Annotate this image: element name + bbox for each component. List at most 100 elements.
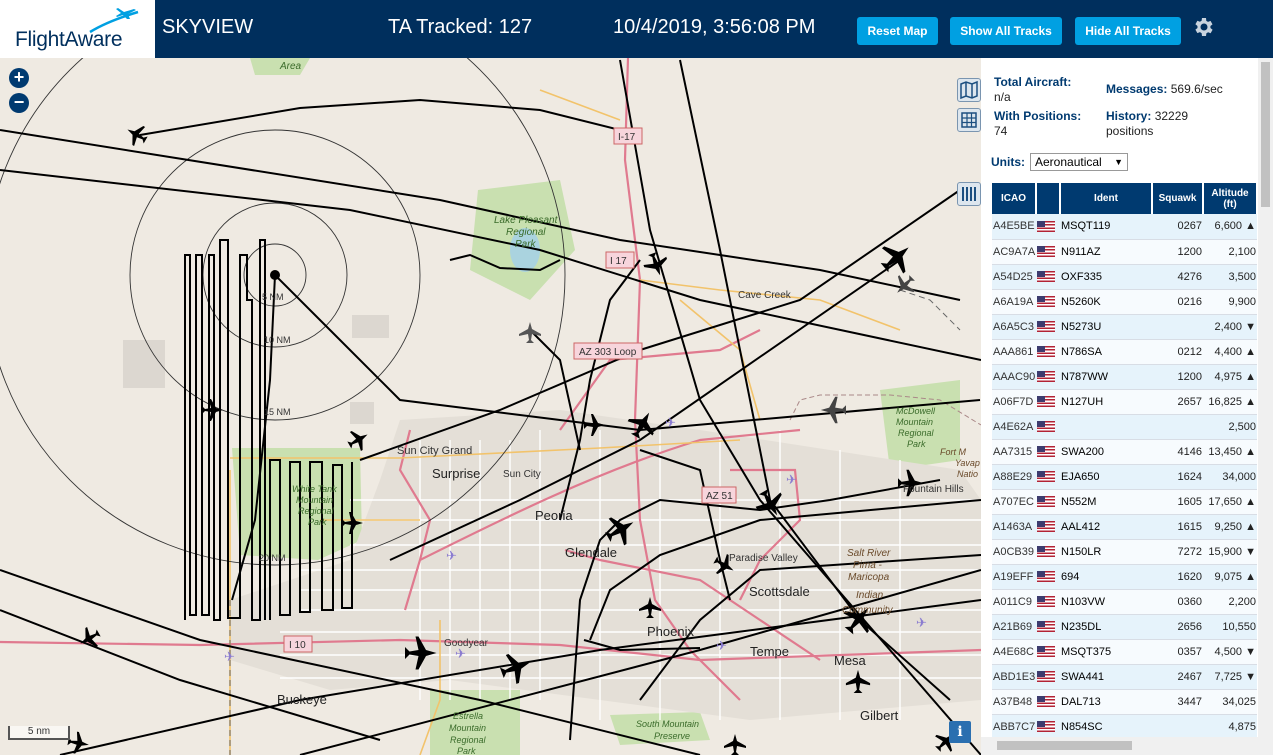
cell-flag — [1036, 439, 1060, 465]
label-goodyear: Goodyear — [444, 638, 489, 649]
table-row[interactable]: A011C9 N103VW 0360 2,200 — [992, 589, 1257, 615]
us-flag-icon — [1037, 596, 1055, 608]
cell-icao: A54D25 — [992, 264, 1036, 290]
altitude-trend: ▲ — [1245, 370, 1256, 383]
cell-flag — [1036, 664, 1060, 690]
col-header-altitude[interactable]: Altitude (ft) — [1203, 183, 1258, 214]
table-row[interactable]: A06F7D N127UH 2657 16,825 ▲ — [992, 389, 1257, 415]
table-row[interactable]: AC9A7A N911AZ 1200 2,100 — [992, 239, 1257, 265]
table-row[interactable]: A0CB39 N150LR 7272 15,900 ▼ — [992, 539, 1257, 565]
table-row[interactable]: AAA861 N786SA 0212 4,400 ▲ — [992, 339, 1257, 365]
table-row[interactable]: A6A19A N5260K 0216 9,900 — [992, 289, 1257, 315]
us-flag-icon — [1037, 246, 1055, 258]
table-row[interactable]: A19EFF 694 1620 9,075 ▲ — [992, 564, 1257, 590]
altitude-value: 6,600 — [1214, 220, 1243, 233]
cell-altitude: 13,450 ▲ — [1203, 439, 1257, 465]
vertical-scrollbar[interactable] — [1258, 58, 1273, 755]
cell-altitude: 4,500 ▼ — [1203, 639, 1257, 665]
col-header-flag[interactable] — [1036, 183, 1061, 214]
cell-altitude: 34,000 — [1203, 464, 1257, 490]
units-value: Aeronautical — [1035, 155, 1102, 169]
show-all-tracks-button[interactable]: Show All Tracks — [950, 17, 1062, 45]
col-header-icao[interactable]: ICAO — [992, 183, 1037, 214]
map-layers-icon[interactable] — [957, 78, 981, 102]
cell-ident: N786SA — [1060, 339, 1152, 365]
label-phoenix: Phoenix — [647, 624, 694, 639]
cell-altitude: 2,500 — [1203, 414, 1257, 440]
label-glendale: Glendale — [565, 545, 617, 560]
table-row[interactable]: A21B69 N235DL 2656 10,550 — [992, 614, 1257, 640]
table-row[interactable]: A4E5BE MSQT119 0267 6,600 ▲ — [992, 214, 1257, 240]
altitude-value: 4,500 — [1214, 645, 1243, 658]
reset-map-button[interactable]: Reset Map — [857, 17, 938, 45]
us-flag-icon — [1037, 396, 1055, 408]
altitude-trend: ▲ — [1245, 520, 1256, 533]
table-row[interactable]: A1463A AAL412 1615 9,250 ▲ — [992, 514, 1257, 540]
cell-ident: 694 — [1060, 564, 1152, 590]
col-header-ident[interactable]: Ident — [1060, 183, 1153, 214]
gear-icon[interactable] — [1192, 15, 1216, 39]
cell-squawk: 2467 — [1152, 664, 1203, 690]
cell-ident: N150LR — [1060, 539, 1152, 565]
altitude-trend: ▼ — [1245, 670, 1256, 683]
cell-icao: AAA861 — [992, 339, 1036, 365]
altitude-value: 2,200 — [1228, 595, 1256, 608]
table-row[interactable]: A88E29 EJA650 1624 34,000 — [992, 464, 1257, 490]
table-row[interactable]: A37B48 DAL713 3447 34,025 — [992, 689, 1257, 715]
table-row[interactable]: A707EC N552M 1605 17,650 ▲ — [992, 489, 1257, 515]
zoom-in-icon[interactable]: + — [9, 68, 29, 88]
label-salt-2: Pima - — [853, 560, 883, 571]
cell-icao: A707EC — [992, 489, 1036, 515]
table-row[interactable]: ABD1E3 SWA441 2467 7,725 ▼ — [992, 664, 1257, 690]
table-row[interactable]: AAAC90 N787WW 1200 4,975 ▲ — [992, 364, 1257, 390]
cell-flag — [1036, 514, 1060, 540]
altitude-value: 15,900 — [1208, 545, 1243, 558]
cell-altitude: 9,075 ▲ — [1203, 564, 1257, 590]
cell-altitude: 16,825 ▲ — [1203, 389, 1257, 415]
cell-icao: A4E5BE — [992, 214, 1036, 240]
cell-ident: N787WW — [1060, 364, 1152, 390]
units-select[interactable]: Aeronautical ▼ — [1030, 153, 1128, 171]
info-icon[interactable]: i — [949, 721, 971, 743]
cell-icao: A4E68C — [992, 639, 1036, 665]
label-buckeye: Buckeye — [277, 692, 327, 707]
table-row[interactable]: AA7315 SWA200 4146 13,450 ▲ — [992, 439, 1257, 465]
cell-flag — [1036, 639, 1060, 665]
table-row[interactable]: A4E68C MSQT375 0357 4,500 ▼ — [992, 639, 1257, 665]
grid-icon[interactable] — [957, 108, 981, 132]
table-row[interactable]: ABB7C7 N854SC 4,875 — [992, 714, 1257, 740]
table-row[interactable]: A54D25 OXF335 4276 3,500 — [992, 264, 1257, 290]
label-mcdowell-4: Park — [907, 439, 926, 449]
table-row[interactable]: A6A5C3 N5273U 2,400 ▼ — [992, 314, 1257, 340]
label-surprise: Surprise — [432, 466, 480, 481]
table-row[interactable]: A4E62A 2,500 — [992, 414, 1257, 440]
cell-icao: AC9A7A — [992, 239, 1036, 265]
label-white-tank-3: Regional — [298, 506, 335, 516]
us-flag-icon — [1037, 296, 1055, 308]
map-view[interactable]: ✈ ✈ ✈ ✈ ✈ ✈ ✈ Area I-17 I 17 Lake Pleasa… — [0, 58, 981, 755]
cell-squawk: 1615 — [1152, 514, 1203, 540]
map-canvas[interactable]: ✈ ✈ ✈ ✈ ✈ ✈ ✈ Area I-17 I 17 Lake Pleasa… — [0, 58, 981, 755]
altitude-value: 9,900 — [1228, 295, 1256, 308]
cell-squawk: 1200 — [1152, 364, 1203, 390]
flightaware-logo[interactable]: FlightAware — [0, 0, 155, 58]
aircraft-icon — [519, 322, 541, 343]
scrollbar-thumb[interactable] — [997, 741, 1132, 750]
cell-ident: N127UH — [1060, 389, 1152, 415]
label-i17-a: I-17 — [618, 132, 636, 143]
hide-all-tracks-button[interactable]: Hide All Tracks — [1075, 17, 1181, 45]
scrollbar-thumb[interactable] — [1261, 62, 1270, 207]
horizontal-scrollbar[interactable] — [981, 737, 1258, 755]
label-salt-3: Maricopa — [848, 572, 890, 583]
label-area: Area — [279, 61, 302, 72]
altitude-value: 4,875 — [1228, 720, 1256, 733]
col-header-squawk[interactable]: Squawk — [1152, 183, 1204, 214]
zoom-out-icon[interactable]: − — [9, 93, 29, 113]
columns-icon[interactable] — [957, 182, 981, 206]
label-mcdowell-3: Regional — [898, 428, 935, 438]
cell-flag — [1036, 414, 1060, 440]
altitude-value: 9,250 — [1214, 520, 1243, 533]
cell-squawk: 7272 — [1152, 539, 1203, 565]
with-positions-value: 74 — [994, 124, 1008, 138]
altitude-value: 2,500 — [1228, 420, 1256, 433]
